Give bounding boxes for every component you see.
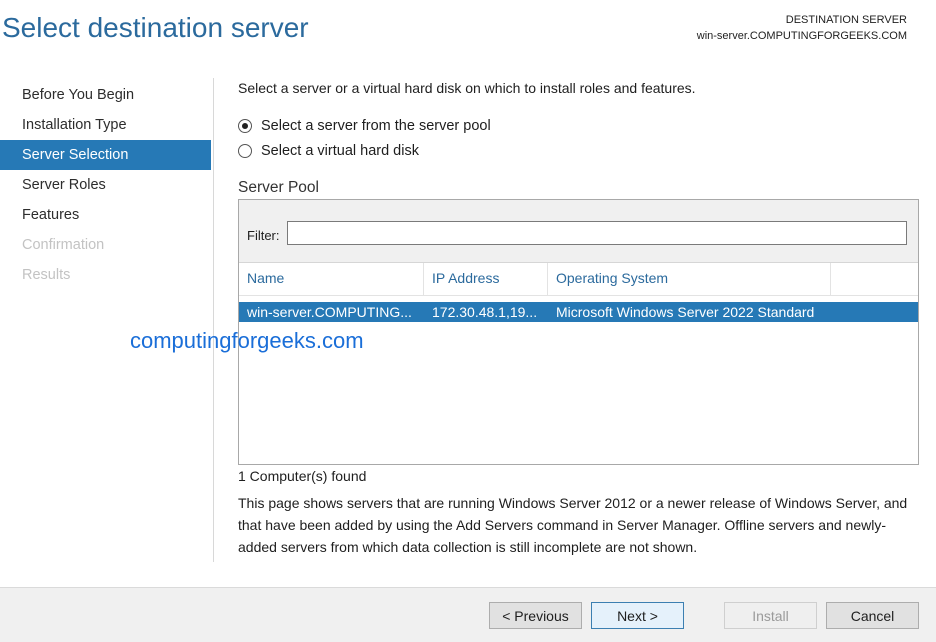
destination-server-label: DESTINATION SERVER xyxy=(785,14,907,26)
grid-header: Name IP Address Operating System xyxy=(239,263,918,296)
filter-label: Filter: xyxy=(247,228,280,243)
column-header-extra[interactable] xyxy=(831,263,918,295)
radio-server-pool[interactable]: Select a server from the server pool xyxy=(238,116,491,136)
nav-item-confirmation: Confirmation xyxy=(22,237,105,253)
page-title: Select destination server xyxy=(2,12,309,43)
radio-unchecked-icon[interactable] xyxy=(238,144,252,158)
nav-item-installation-type[interactable]: Installation Type xyxy=(0,110,211,140)
filter-bar: Filter: xyxy=(239,200,918,263)
column-header-name[interactable]: Name xyxy=(239,263,424,295)
filter-input[interactable] xyxy=(287,221,907,245)
server-grid: Name IP Address Operating System win-ser… xyxy=(239,263,918,464)
destination-server-info: DESTINATION SERVER win-server.COMPUTINGF… xyxy=(697,12,907,44)
intro-text: Select a server or a virtual hard disk o… xyxy=(238,80,696,96)
computers-found-count: 1 Computer(s) found xyxy=(238,468,367,484)
radio-virtual-hard-disk[interactable]: Select a virtual hard disk xyxy=(238,141,419,161)
cancel-button[interactable]: Cancel xyxy=(826,602,919,629)
column-header-ip-address[interactable]: IP Address xyxy=(424,263,548,295)
wizard-nav: Before You Begin Installation Type Serve… xyxy=(0,80,211,290)
destination-server-value: win-server.COMPUTINGFORGEEKS.COM xyxy=(696,30,907,42)
previous-button[interactable]: < Previous xyxy=(489,602,582,629)
cell-operating-system: Microsoft Windows Server 2022 Standard xyxy=(556,304,815,320)
nav-item-server-roles[interactable]: Server Roles xyxy=(0,170,211,200)
wizard-footer: < Previous Next > Install Cancel xyxy=(0,587,936,642)
cell-ip-address: 172.30.48.1,19... xyxy=(432,304,538,320)
table-row[interactable]: win-server.COMPUTING... 172.30.48.1,19..… xyxy=(239,302,918,322)
next-button[interactable]: Next > xyxy=(591,602,684,629)
pool-description: This page shows servers that are running… xyxy=(238,495,908,555)
radio-checked-icon[interactable] xyxy=(238,119,252,133)
nav-divider xyxy=(213,78,214,562)
nav-item-server-selection[interactable]: Server Selection xyxy=(0,140,211,170)
radio-server-pool-label: Select a server from the server pool xyxy=(261,118,491,134)
nav-item-before-you-begin[interactable]: Before You Begin xyxy=(0,80,211,110)
radio-virtual-hard-disk-label: Select a virtual hard disk xyxy=(261,143,419,159)
install-button: Install xyxy=(724,602,817,629)
server-pool-label: Server Pool xyxy=(238,179,319,196)
nav-item-results: Results xyxy=(22,267,71,283)
cell-name: win-server.COMPUTING... xyxy=(247,304,412,320)
watermark-text: computingforgeeks.com xyxy=(130,328,364,353)
nav-item-features[interactable]: Features xyxy=(0,200,211,230)
column-header-operating-system[interactable]: Operating System xyxy=(548,263,831,295)
